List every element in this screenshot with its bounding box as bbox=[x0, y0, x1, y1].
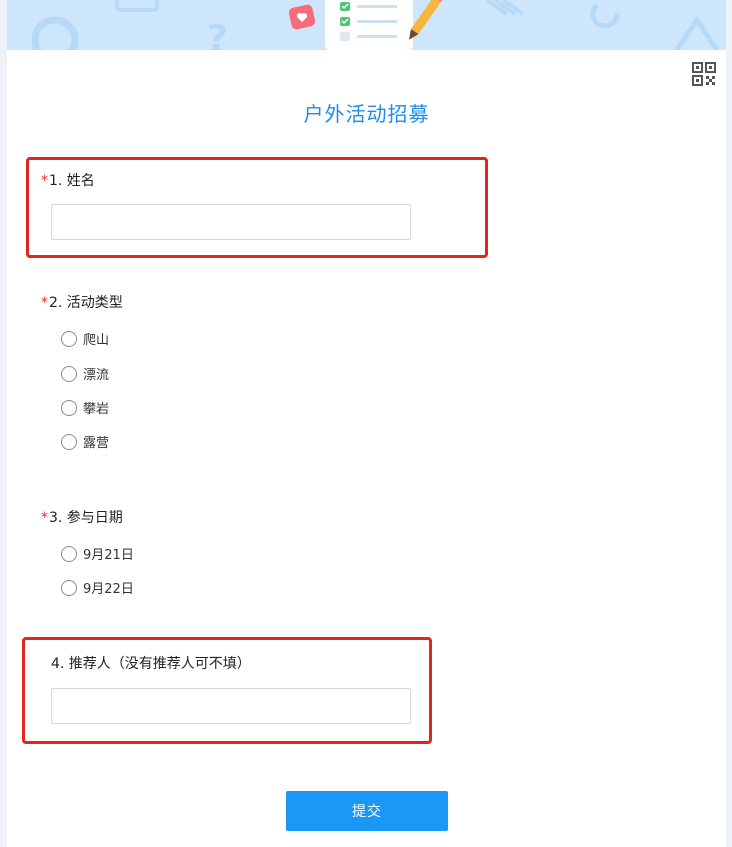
required-marker: * bbox=[41, 510, 48, 526]
radio-option-camping[interactable]: 露营 bbox=[61, 432, 109, 451]
qr-code-icon[interactable] bbox=[692, 62, 716, 86]
option-label: 漂流 bbox=[83, 368, 110, 383]
highlight-box bbox=[26, 157, 488, 258]
option-label: 爬山 bbox=[83, 333, 110, 348]
required-marker: * bbox=[41, 295, 48, 311]
radio-button[interactable] bbox=[61, 579, 77, 596]
page-title: 户外活动招募 bbox=[303, 102, 430, 126]
option-label: 攀岩 bbox=[83, 402, 110, 417]
radio-button[interactable] bbox=[61, 365, 77, 382]
radio-button[interactable] bbox=[61, 330, 77, 347]
option-label: 9月22日 bbox=[83, 582, 134, 597]
radio-button[interactable] bbox=[61, 545, 77, 562]
radio-button[interactable] bbox=[61, 433, 77, 450]
submit-button[interactable]: 提交 bbox=[286, 791, 448, 831]
option-label: 9月21日 bbox=[83, 548, 134, 563]
highlight-box bbox=[22, 637, 432, 744]
question-mark-icon: ? bbox=[207, 18, 228, 50]
radio-option-climbing[interactable]: 攀岩 bbox=[61, 398, 109, 417]
header-banner: ? bbox=[7, 0, 726, 50]
radio-button[interactable] bbox=[61, 399, 77, 416]
heart-icon bbox=[288, 4, 316, 30]
radio-option-sep22[interactable]: 9月22日 bbox=[61, 578, 134, 597]
question-text: 3. 参与日期 bbox=[49, 510, 123, 526]
question-text: 2. 活动类型 bbox=[49, 295, 123, 311]
radio-option-hiking[interactable]: 爬山 bbox=[61, 329, 109, 348]
radio-option-rafting[interactable]: 漂流 bbox=[61, 364, 109, 383]
option-label: 露营 bbox=[83, 436, 110, 451]
question-date-label: *3. 参与日期 bbox=[41, 507, 123, 527]
banner-illustration: ? bbox=[31, 0, 720, 50]
circle-shape-icon bbox=[31, 16, 79, 50]
radio-option-sep21[interactable]: 9月21日 bbox=[61, 544, 134, 563]
checklist-icon bbox=[325, 0, 413, 50]
question-activity-type-label: *2. 活动类型 bbox=[41, 292, 123, 312]
